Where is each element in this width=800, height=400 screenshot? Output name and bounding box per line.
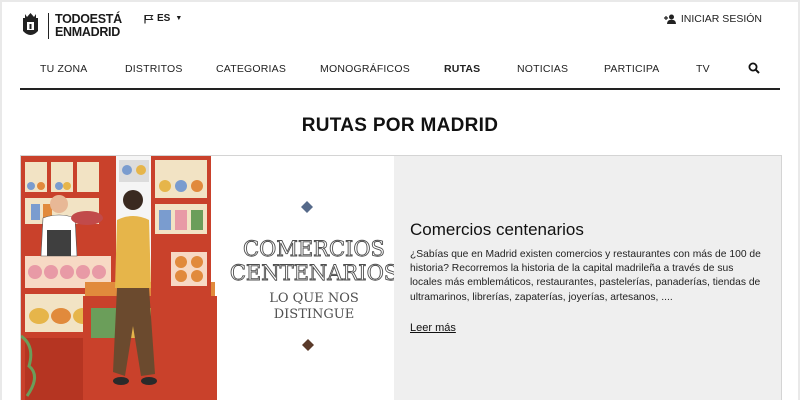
nav-item-rutas[interactable]: RUTAS <box>444 63 480 75</box>
poster-tagline-2: DISTINGUE <box>274 307 354 322</box>
logo-text: TODOESTÁ ENMADRID <box>55 13 122 39</box>
madrid-crest-icon <box>23 13 38 35</box>
read-more-link[interactable]: Leer más <box>410 322 456 334</box>
page: TODOESTÁ ENMADRID ES ▼ INICIAR SESIÓN TU… <box>2 2 798 400</box>
language-selected-label: ES <box>157 13 171 24</box>
logo-divider <box>48 13 49 39</box>
nav-item-distritos[interactable]: DISTRITOS <box>125 63 183 75</box>
nav-item-tv[interactable]: TV <box>696 63 710 75</box>
poster-headline-1: COMERCIOS <box>243 237 385 261</box>
language-selector[interactable]: ES ▼ <box>144 13 182 24</box>
route-card: COMERCIOS CENTENARIOS LO QUE NOS DISTING… <box>20 155 782 400</box>
route-card-image[interactable]: COMERCIOS CENTENARIOS LO QUE NOS DISTING… <box>21 156 394 400</box>
route-card-description: ¿Sabías que en Madrid existen comercios … <box>410 249 761 303</box>
nav-item-monograficos[interactable]: MONOGRÁFICOS <box>320 63 410 75</box>
login-button[interactable]: INICIAR SESIÓN <box>663 13 762 25</box>
site-logo[interactable]: TODOESTÁ ENMADRID <box>21 12 122 40</box>
shop-illustration: COMERCIOS CENTENARIOS LO QUE NOS DISTING… <box>21 156 394 400</box>
nav-item-participa[interactable]: PARTICIPA <box>604 63 659 75</box>
poster-tagline-1: LO QUE NOS <box>269 291 359 306</box>
logo-line-2: ENMADRID <box>55 25 120 39</box>
add-user-icon <box>663 14 676 24</box>
route-card-title[interactable]: Comercios centenarios <box>410 220 584 240</box>
nav-item-categorias[interactable]: CATEGORIAS <box>216 63 286 75</box>
nav-item-tu-zona[interactable]: TU ZONA <box>40 63 87 75</box>
flag-icon <box>144 14 154 23</box>
page-title: RUTAS POR MADRID <box>301 115 499 136</box>
login-label: INICIAR SESIÓN <box>680 13 762 25</box>
nav-item-noticias[interactable]: NOTICIAS <box>517 63 568 75</box>
main-nav: TU ZONA DISTRITOS CATEGORIAS MONOGRÁFICO… <box>20 60 780 90</box>
search-icon[interactable] <box>748 62 760 74</box>
poster-headline-2: CENTENARIOS <box>230 261 394 285</box>
chevron-down-icon: ▼ <box>175 15 183 22</box>
